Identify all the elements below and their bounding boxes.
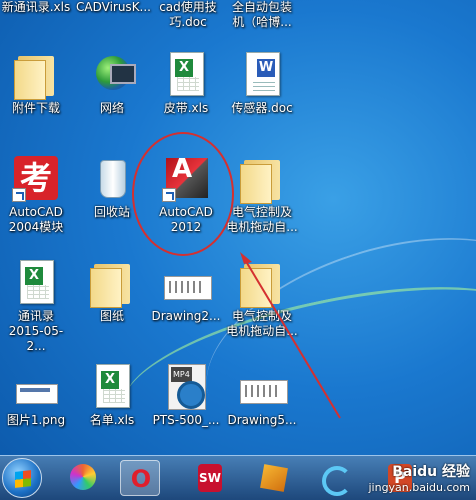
opera-taskbar-button[interactable]: O <box>120 460 160 496</box>
desktop-icon[interactable]: MP4 PTS-500_... <box>150 362 222 428</box>
folder-icon <box>238 154 286 204</box>
recycle-bin-icon <box>88 154 136 202</box>
icon-label: 通讯录 2015-05-2... <box>8 309 64 353</box>
desktop-icon[interactable]: Drawing2... <box>150 258 222 324</box>
desktop-icon[interactable]: 电气控制及 电机拖动自... <box>226 154 298 235</box>
icon-label: PTS-500_... <box>152 413 220 427</box>
excel-file-icon: X <box>12 258 60 306</box>
desktop-icon[interactable]: 网络 <box>76 50 148 116</box>
desktop-icon[interactable]: X 名单.xls <box>76 362 148 428</box>
drawing-thumbnail-icon <box>162 258 212 306</box>
drawing-thumbnail-icon <box>238 362 288 410</box>
network-icon <box>88 50 136 98</box>
desktop-icon[interactable]: X 通讯录 2015-05-2... <box>0 258 72 354</box>
icon-label: 电气控制及 电机拖动自... <box>226 309 298 338</box>
desktop-icon-top-4[interactable]: 全自动包装 机（哈博... <box>226 0 298 30</box>
icon-label: 图纸 <box>99 309 124 323</box>
desktop: { "top_row": [ {"label": "新通讯录.xls"}, {"… <box>0 0 476 500</box>
icon-label: Drawing5... <box>227 413 297 427</box>
icon-label: CADVirusK... <box>76 0 151 14</box>
folder-icon <box>88 258 136 308</box>
colorful-app-icon[interactable] <box>62 460 102 496</box>
desktop-icon[interactable]: W 传感器.doc <box>226 50 298 116</box>
software-box-icon[interactable] <box>254 460 294 496</box>
icon-label: 电气控制及 电机拖动自... <box>226 205 298 234</box>
icon-label: 附件下载 <box>11 101 60 115</box>
solidworks-icon: SW <box>198 464 222 492</box>
watermark-title: Baidu 经验 <box>392 464 470 480</box>
desktop-icon-top-1[interactable]: 新通讯录.xls <box>0 0 72 15</box>
image-thumbnail-icon <box>12 362 60 410</box>
folder-icon <box>12 50 60 100</box>
icon-label: 全自动包装 机（哈博... <box>231 0 292 29</box>
icon-label: Drawing2... <box>151 309 221 323</box>
icon-label: cad使用技 巧.doc <box>159 0 217 29</box>
watermark-url: jingyan.baidu.com <box>368 481 470 494</box>
icon-label: 传感器.doc <box>231 101 293 115</box>
desktop-icon-top-2[interactable]: CADVirusK... <box>76 0 151 15</box>
excel-file-icon: X <box>88 362 136 410</box>
icon-label: 网络 <box>99 101 124 115</box>
icon-label: AutoCAD 2004模块 <box>8 205 64 234</box>
solidworks-taskbar-button[interactable]: SW <box>190 460 230 496</box>
taskbar: O SW P Baidu 经验 jingyan.baidu.com <box>0 455 476 500</box>
kao-app-icon: 考 <box>12 154 60 202</box>
desktop-icon[interactable]: 附件下载 <box>0 50 72 116</box>
refresh-app-icon[interactable] <box>314 460 354 496</box>
icon-label: 新通讯录.xls <box>1 0 71 14</box>
word-file-icon: W <box>238 50 286 98</box>
folder-icon <box>238 258 286 308</box>
shortcut-arrow-icon <box>12 188 26 202</box>
icon-label: 图片1.png <box>6 413 66 427</box>
start-button-icon[interactable] <box>2 458 42 498</box>
watermark: Baidu 经验 jingyan.baidu.com <box>368 461 470 494</box>
icon-label: 皮带.xls <box>163 101 209 115</box>
annotation-circle <box>132 132 234 256</box>
desktop-icon[interactable]: 图片1.png <box>0 362 72 428</box>
desktop-icon[interactable]: X 皮带.xls <box>150 50 222 116</box>
excel-file-icon: X <box>162 50 210 98</box>
desktop-icon[interactable]: 图纸 <box>76 258 148 324</box>
opera-icon: O <box>130 465 152 493</box>
desktop-icon[interactable]: Drawing5... <box>226 362 298 428</box>
icon-label: 名单.xls <box>89 413 135 427</box>
mp4-file-icon: MP4 <box>162 362 210 410</box>
desktop-icon-top-3[interactable]: cad使用技 巧.doc <box>152 0 224 30</box>
wallpaper-streak <box>180 198 476 484</box>
desktop-icon[interactable]: 电气控制及 电机拖动自... <box>226 258 298 339</box>
desktop-icon[interactable]: 考 AutoCAD 2004模块 <box>0 154 72 235</box>
